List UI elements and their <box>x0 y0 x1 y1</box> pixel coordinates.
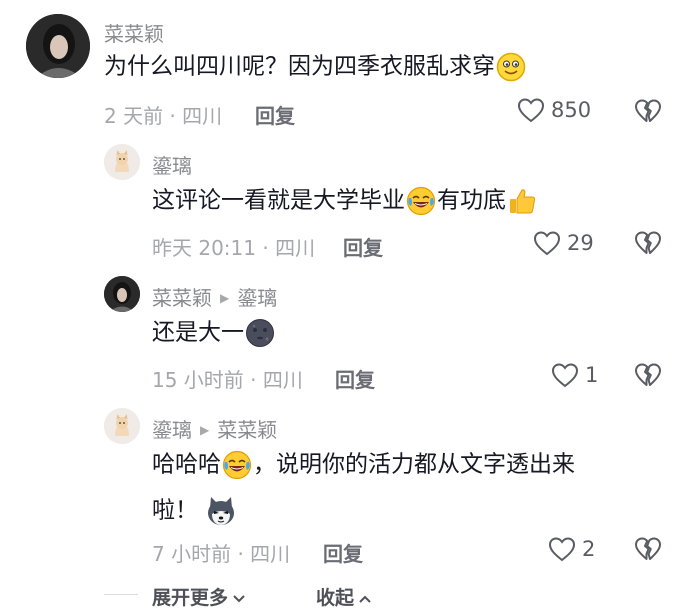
comment-text-part: 啦！ <box>152 497 198 524</box>
dark-moon-emoji-icon <box>245 318 275 348</box>
triangle-right-icon: ▶ <box>220 291 230 305</box>
avatar-caicaiying[interactable] <box>104 276 140 312</box>
comment-time-location: 2 天前 · 四川 <box>104 104 223 128</box>
dislike-button[interactable] <box>634 362 662 392</box>
like-count: 850 <box>551 98 592 122</box>
like-button[interactable]: 850 <box>517 97 591 123</box>
reply-button[interactable]: 回复 <box>343 232 383 261</box>
laughing-tears-emoji-icon <box>222 450 252 480</box>
username[interactable]: 鎏璃 ▶ 菜菜颖 <box>152 414 277 443</box>
comment-text: 为什么叫四川呢？因为四季衣服乱求穿 <box>104 52 527 82</box>
smile-emoji-icon <box>496 52 526 82</box>
reply-to-username[interactable]: 菜菜颖 <box>217 418 277 442</box>
reply-to-username[interactable]: 鎏璃 <box>237 286 277 310</box>
collapse-button[interactable]: 收起 <box>316 583 372 610</box>
comment-time-location: 15 小时前 · 四川 <box>152 368 303 392</box>
triangle-right-icon: ▶ <box>200 423 210 437</box>
like-count: 2 <box>582 537 596 561</box>
avatar-liuli[interactable] <box>104 408 140 444</box>
like-button[interactable]: 1 <box>551 362 598 388</box>
like-button[interactable]: 29 <box>533 230 594 256</box>
reply-button[interactable]: 回复 <box>323 538 363 567</box>
broken-heart-icon <box>634 363 662 392</box>
broken-heart-icon <box>634 537 662 566</box>
comment-text-part: ，说明你的活力都从文字透出来 <box>253 451 575 478</box>
dislike-button[interactable] <box>634 98 662 128</box>
expand-more-button[interactable]: 展开更多 <box>152 583 246 610</box>
username-text[interactable]: 鎏璃 <box>152 154 192 178</box>
husky-emoji-icon <box>204 494 238 528</box>
like-button[interactable]: 2 <box>548 536 595 562</box>
username-text[interactable]: 菜菜颖 <box>104 22 164 46</box>
avatar-liuli[interactable] <box>104 144 140 180</box>
heart-outline-icon <box>533 230 561 256</box>
comment-text-part: 哈哈哈 <box>152 451 221 478</box>
reply-button[interactable]: 回复 <box>255 100 295 129</box>
comment-text: 这评论一看就是大学毕业 有功底 <box>152 186 538 216</box>
expand-more-label[interactable]: 展开更多 <box>152 587 228 609</box>
comment-text-line2: 啦！ <box>152 494 239 528</box>
broken-heart-icon <box>634 231 662 260</box>
heart-outline-icon <box>548 536 576 562</box>
comment-text-body: 还是大一 <box>152 319 244 346</box>
chevron-up-icon <box>358 587 372 609</box>
dislike-button[interactable] <box>634 230 662 260</box>
username[interactable]: 鎏璃 <box>152 150 192 179</box>
username[interactable]: 菜菜颖 ▶ 鎏璃 <box>152 282 277 311</box>
comment-text-body: 为什么叫四川呢？因为四季衣服乱求穿 <box>104 53 495 80</box>
heart-outline-icon <box>551 362 579 388</box>
dislike-button[interactable] <box>634 536 662 566</box>
laughing-tears-emoji-icon <box>406 186 436 216</box>
comment-time-location: 昨天 20:11 · 四川 <box>152 236 316 260</box>
comment-time-location: 7 小时前 · 四川 <box>152 542 291 566</box>
comment-text-part: 这评论一看就是大学毕业 <box>152 187 405 214</box>
comment-text-part: 有功底 <box>437 187 506 214</box>
chevron-down-icon <box>232 587 246 609</box>
footer-divider <box>104 594 138 595</box>
comment-text: 哈哈哈 ，说明你的活力都从文字透出来 <box>152 450 575 480</box>
reply-button[interactable]: 回复 <box>335 364 375 393</box>
avatar-caicaiying[interactable] <box>26 14 90 78</box>
username-text[interactable]: 鎏璃 <box>152 418 192 442</box>
username[interactable]: 菜菜颖 <box>104 18 164 47</box>
broken-heart-icon <box>634 99 662 128</box>
heart-outline-icon <box>517 97 545 123</box>
thumbs-up-emoji-icon <box>507 186 537 216</box>
collapse-label[interactable]: 收起 <box>316 587 354 609</box>
username-text[interactable]: 菜菜颖 <box>152 286 212 310</box>
comment-text: 还是大一 <box>152 318 276 348</box>
like-count: 1 <box>585 363 599 387</box>
like-count: 29 <box>567 231 594 255</box>
